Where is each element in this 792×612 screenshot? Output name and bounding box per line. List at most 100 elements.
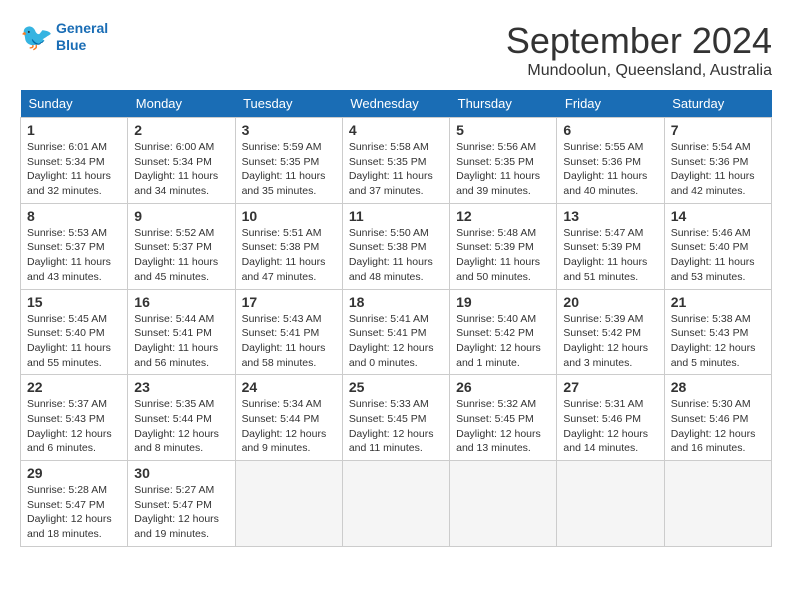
calendar-cell: 3 Sunrise: 5:59 AM Sunset: 5:35 PM Daylig…	[235, 118, 342, 204]
calendar-cell: 15Sunrise: 5:45 AM Sunset: 5:40 PM Dayli…	[21, 289, 128, 375]
calendar-cell: 18 Sunrise: 5:41 AM Sunset: 5:41 PM Dayli…	[342, 289, 449, 375]
day-number: 24	[242, 379, 336, 395]
calendar-cell	[664, 461, 771, 547]
day-number: 25	[349, 379, 443, 395]
calendar-cell: 10 Sunrise: 5:51 AM Sunset: 5:38 PM Dayli…	[235, 203, 342, 289]
day-number: 28	[671, 379, 765, 395]
calendar-week-2: 8 Sunrise: 5:53 AM Sunset: 5:37 PM Daylig…	[21, 203, 772, 289]
day-info: Sunrise: 5:28 AM Sunset: 5:47 PM Dayligh…	[27, 483, 121, 542]
svg-text:🐦: 🐦	[20, 22, 52, 52]
day-number: 10	[242, 208, 336, 224]
calendar-cell: 14 Sunrise: 5:46 AM Sunset: 5:40 PM Dayli…	[664, 203, 771, 289]
day-info: Sunrise: 5:27 AM Sunset: 5:47 PM Dayligh…	[134, 483, 228, 542]
day-info: Sunrise: 5:51 AM Sunset: 5:38 PM Dayligh…	[242, 226, 336, 285]
calendar-cell: 4Sunrise: 5:58 AM Sunset: 5:35 PM Daylig…	[342, 118, 449, 204]
calendar-cell: 30 Sunrise: 5:27 AM Sunset: 5:47 PM Dayli…	[128, 461, 235, 547]
day-info: Sunrise: 5:46 AM Sunset: 5:40 PM Dayligh…	[671, 226, 765, 285]
calendar-week-5: 29 Sunrise: 5:28 AM Sunset: 5:47 PM Dayli…	[21, 461, 772, 547]
day-info: Sunrise: 5:54 AM Sunset: 5:36 PM Dayligh…	[671, 140, 765, 199]
day-number: 23	[134, 379, 228, 395]
day-number: 2	[134, 122, 228, 138]
day-info: Sunrise: 5:40 AM Sunset: 5:42 PM Dayligh…	[456, 312, 550, 371]
day-number: 8	[27, 208, 121, 224]
calendar-cell: 2Sunrise: 6:00 AM Sunset: 5:34 PM Daylig…	[128, 118, 235, 204]
day-info: Sunrise: 5:41 AM Sunset: 5:41 PM Dayligh…	[349, 312, 443, 371]
day-number: 17	[242, 294, 336, 310]
logo-line1: General	[56, 20, 108, 36]
calendar-cell: 22 Sunrise: 5:37 AM Sunset: 5:43 PM Dayli…	[21, 375, 128, 461]
calendar-cell: 20 Sunrise: 5:39 AM Sunset: 5:42 PM Dayli…	[557, 289, 664, 375]
day-info: Sunrise: 5:37 AM Sunset: 5:43 PM Dayligh…	[27, 397, 121, 456]
calendar-cell: 21 Sunrise: 5:38 AM Sunset: 5:43 PM Dayli…	[664, 289, 771, 375]
calendar-cell: 12 Sunrise: 5:48 AM Sunset: 5:39 PM Dayli…	[450, 203, 557, 289]
day-info: Sunrise: 5:58 AM Sunset: 5:35 PM Dayligh…	[349, 140, 443, 199]
calendar-cell: 25 Sunrise: 5:33 AM Sunset: 5:45 PM Dayli…	[342, 375, 449, 461]
calendar-cell	[450, 461, 557, 547]
day-number: 27	[563, 379, 657, 395]
calendar-header-wednesday: Wednesday	[342, 90, 449, 118]
title-block: September 2024 Mundoolun, Queensland, Au…	[506, 20, 772, 80]
calendar-cell: 8 Sunrise: 5:53 AM Sunset: 5:37 PM Daylig…	[21, 203, 128, 289]
day-info: Sunrise: 5:33 AM Sunset: 5:45 PM Dayligh…	[349, 397, 443, 456]
day-info: Sunrise: 5:32 AM Sunset: 5:45 PM Dayligh…	[456, 397, 550, 456]
day-number: 7	[671, 122, 765, 138]
calendar-header-saturday: Saturday	[664, 90, 771, 118]
calendar-cell	[342, 461, 449, 547]
day-number: 29	[27, 465, 121, 481]
day-number: 19	[456, 294, 550, 310]
calendar-header-row: SundayMondayTuesdayWednesdayThursdayFrid…	[21, 90, 772, 118]
calendar-cell: 19 Sunrise: 5:40 AM Sunset: 5:42 PM Dayli…	[450, 289, 557, 375]
day-info: Sunrise: 5:44 AM Sunset: 5:41 PM Dayligh…	[134, 312, 228, 371]
calendar-cell: 7 Sunrise: 5:54 AM Sunset: 5:36 PM Daylig…	[664, 118, 771, 204]
calendar-cell: 16 Sunrise: 5:44 AM Sunset: 5:41 PM Dayli…	[128, 289, 235, 375]
day-number: 16	[134, 294, 228, 310]
calendar-table: SundayMondayTuesdayWednesdayThursdayFrid…	[20, 90, 772, 547]
day-info: Sunrise: 5:34 AM Sunset: 5:44 PM Dayligh…	[242, 397, 336, 456]
day-number: 1	[27, 122, 121, 138]
logo: 🐦 General Blue	[20, 20, 108, 54]
day-info: Sunrise: 5:39 AM Sunset: 5:42 PM Dayligh…	[563, 312, 657, 371]
day-info: Sunrise: 5:48 AM Sunset: 5:39 PM Dayligh…	[456, 226, 550, 285]
day-number: 20	[563, 294, 657, 310]
calendar-header-thursday: Thursday	[450, 90, 557, 118]
calendar-cell	[557, 461, 664, 547]
calendar-cell: 9Sunrise: 5:52 AM Sunset: 5:37 PM Daylig…	[128, 203, 235, 289]
logo-line2: Blue	[56, 37, 108, 54]
day-info: Sunrise: 5:35 AM Sunset: 5:44 PM Dayligh…	[134, 397, 228, 456]
day-number: 13	[563, 208, 657, 224]
calendar-cell: 13Sunrise: 5:47 AM Sunset: 5:39 PM Dayli…	[557, 203, 664, 289]
day-number: 26	[456, 379, 550, 395]
day-number: 14	[671, 208, 765, 224]
calendar-cell	[235, 461, 342, 547]
day-number: 18	[349, 294, 443, 310]
day-number: 30	[134, 465, 228, 481]
day-number: 21	[671, 294, 765, 310]
calendar-cell: 6Sunrise: 5:55 AM Sunset: 5:36 PM Daylig…	[557, 118, 664, 204]
calendar-cell: 5Sunrise: 5:56 AM Sunset: 5:35 PM Daylig…	[450, 118, 557, 204]
day-number: 22	[27, 379, 121, 395]
day-info: Sunrise: 5:43 AM Sunset: 5:41 PM Dayligh…	[242, 312, 336, 371]
logo-text: General Blue	[56, 20, 108, 54]
day-info: Sunrise: 5:53 AM Sunset: 5:37 PM Dayligh…	[27, 226, 121, 285]
day-info: Sunrise: 5:50 AM Sunset: 5:38 PM Dayligh…	[349, 226, 443, 285]
day-info: Sunrise: 5:38 AM Sunset: 5:43 PM Dayligh…	[671, 312, 765, 371]
day-info: Sunrise: 5:30 AM Sunset: 5:46 PM Dayligh…	[671, 397, 765, 456]
day-info: Sunrise: 5:52 AM Sunset: 5:37 PM Dayligh…	[134, 226, 228, 285]
calendar-cell: 1 Sunrise: 6:01 AM Sunset: 5:34 PM Daylig…	[21, 118, 128, 204]
month-title: September 2024	[506, 20, 772, 62]
day-info: Sunrise: 5:56 AM Sunset: 5:35 PM Dayligh…	[456, 140, 550, 199]
day-info: Sunrise: 6:01 AM Sunset: 5:34 PM Dayligh…	[27, 140, 121, 199]
day-info: Sunrise: 5:59 AM Sunset: 5:35 PM Dayligh…	[242, 140, 336, 199]
calendar-cell: 11Sunrise: 5:50 AM Sunset: 5:38 PM Dayli…	[342, 203, 449, 289]
calendar-cell: 17 Sunrise: 5:43 AM Sunset: 5:41 PM Dayli…	[235, 289, 342, 375]
location: Mundoolun, Queensland, Australia	[506, 62, 772, 80]
day-number: 12	[456, 208, 550, 224]
calendar-week-3: 15Sunrise: 5:45 AM Sunset: 5:40 PM Dayli…	[21, 289, 772, 375]
logo-icon: 🐦	[20, 21, 52, 53]
day-number: 3	[242, 122, 336, 138]
day-info: Sunrise: 5:31 AM Sunset: 5:46 PM Dayligh…	[563, 397, 657, 456]
calendar-week-1: 1 Sunrise: 6:01 AM Sunset: 5:34 PM Daylig…	[21, 118, 772, 204]
calendar-header-friday: Friday	[557, 90, 664, 118]
calendar-cell: 27 Sunrise: 5:31 AM Sunset: 5:46 PM Dayli…	[557, 375, 664, 461]
calendar-header-monday: Monday	[128, 90, 235, 118]
